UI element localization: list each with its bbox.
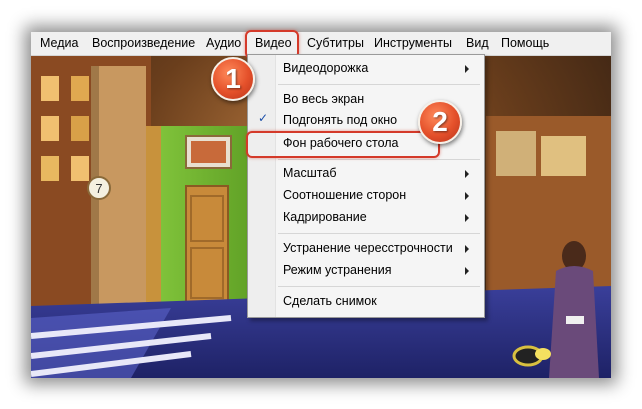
- menu-playback[interactable]: Воспроизведение: [92, 36, 195, 50]
- menu-item-deinterlace-mode[interactable]: Режим устранения: [283, 263, 392, 277]
- menu-item-fullscreen[interactable]: Во весь экран: [283, 92, 364, 106]
- menu-item-deinterlace[interactable]: Устранение чересстрочности: [283, 241, 453, 255]
- checkmark-icon: ✓: [258, 111, 269, 125]
- menu-bar: Медиа Воспроизведение Аудио Видео Субтит…: [31, 32, 611, 56]
- step-1-badge: 1: [211, 57, 255, 101]
- menu-tools[interactable]: Инструменты: [374, 36, 452, 50]
- submenu-arrow-icon: [465, 245, 469, 253]
- menu-audio[interactable]: Аудио: [206, 36, 241, 50]
- step-2-badge: 2: [418, 100, 462, 144]
- menu-view[interactable]: Вид: [466, 36, 489, 50]
- submenu-arrow-icon: [465, 65, 469, 73]
- submenu-arrow-icon: [465, 214, 469, 222]
- menu-item-fit-window[interactable]: Подгонять под окно: [283, 113, 397, 127]
- door: [185, 185, 229, 307]
- menu-item-aspect-ratio[interactable]: Соотношение сторон: [283, 188, 406, 202]
- menu-subtitles[interactable]: Субтитры: [307, 36, 364, 50]
- menu-help[interactable]: Помощь: [501, 36, 549, 50]
- menu-item-crop[interactable]: Кадрирование: [283, 210, 367, 224]
- menu-item-zoom[interactable]: Масштаб: [283, 166, 336, 180]
- menu-gutter: [248, 55, 276, 317]
- menu-media[interactable]: Медиа: [40, 36, 78, 50]
- submenu-arrow-icon: [465, 170, 469, 178]
- menu-separator: [278, 233, 480, 234]
- highlight-desktop-wallpaper: [246, 131, 440, 158]
- menu-separator: [278, 159, 480, 160]
- menu-separator: [278, 286, 480, 287]
- menu-item-video-track[interactable]: Видеодорожка: [283, 61, 368, 75]
- video-dropdown-menu: Видеодорожка Во весь экран ✓ Подгонять п…: [247, 54, 485, 318]
- submenu-arrow-icon: [465, 192, 469, 200]
- clock-digit: 7: [95, 181, 102, 196]
- menu-item-snapshot[interactable]: Сделать снимок: [283, 294, 377, 308]
- menu-separator: [278, 84, 480, 85]
- submenu-arrow-icon: [465, 267, 469, 275]
